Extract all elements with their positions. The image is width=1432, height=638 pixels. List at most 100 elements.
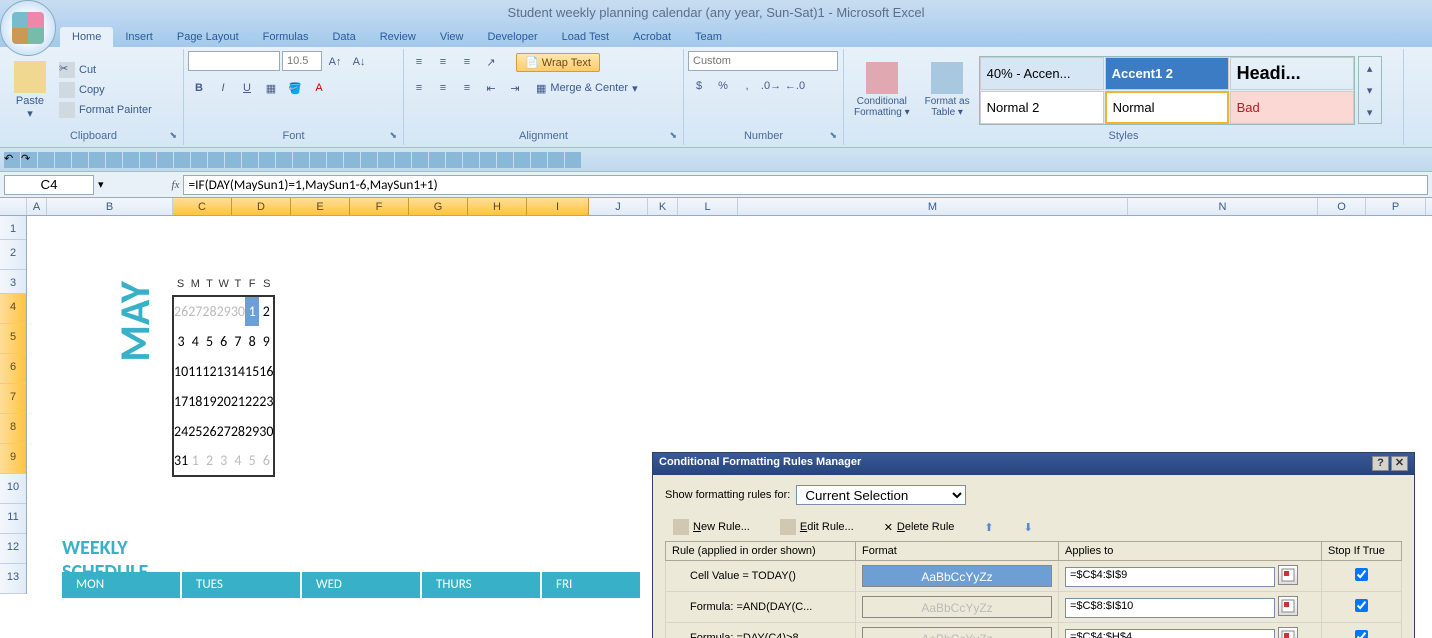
font-size-combo[interactable] bbox=[282, 51, 322, 71]
qat-icon[interactable] bbox=[140, 152, 156, 168]
tab-data[interactable]: Data bbox=[320, 27, 367, 47]
qat-icon[interactable] bbox=[293, 152, 309, 168]
tab-insert[interactable]: Insert bbox=[113, 27, 165, 47]
calendar-cell[interactable]: 11 bbox=[188, 356, 202, 386]
row-header[interactable]: 12 bbox=[0, 534, 26, 564]
calendar-cell[interactable]: 19 bbox=[202, 386, 216, 416]
column-header[interactable]: K bbox=[648, 198, 678, 215]
orientation-button[interactable]: ↗ bbox=[480, 51, 502, 73]
applies-to-input[interactable]: =$C$4:$I$9 bbox=[1065, 567, 1275, 587]
expand-icon[interactable]: ⬊ bbox=[829, 130, 837, 141]
calendar-cell[interactable]: 6 bbox=[217, 326, 231, 356]
column-header[interactable]: M bbox=[738, 198, 1128, 215]
column-header[interactable]: I bbox=[527, 198, 589, 215]
qat-icon[interactable] bbox=[242, 152, 258, 168]
row-header[interactable]: 3 bbox=[0, 270, 26, 294]
calendar-cell[interactable]: 7 bbox=[231, 326, 245, 356]
move-down-button[interactable]: ⬇ bbox=[1024, 521, 1033, 534]
tab-view[interactable]: View bbox=[428, 27, 476, 47]
style-normal[interactable]: Normal bbox=[1105, 91, 1229, 124]
style-normal2[interactable]: Normal 2 bbox=[980, 91, 1104, 124]
redo-icon[interactable]: ↷ bbox=[21, 152, 37, 168]
calendar-cell[interactable]: 24 bbox=[173, 416, 188, 446]
row-header[interactable]: 10 bbox=[0, 474, 26, 504]
dropdown-icon[interactable]: ▾ bbox=[98, 178, 104, 191]
calendar-cell[interactable]: 28 bbox=[231, 416, 245, 446]
merge-center-button[interactable]: ▦Merge & Center ▾ bbox=[528, 80, 646, 97]
row-header[interactable]: 4 bbox=[0, 294, 26, 324]
align-left-button[interactable]: ≡ bbox=[408, 77, 430, 99]
format-painter-button[interactable]: Format Painter bbox=[55, 101, 156, 119]
calendar-cell[interactable]: 5 bbox=[245, 446, 259, 476]
calendar-cell[interactable]: 1 bbox=[188, 446, 202, 476]
column-header[interactable]: P bbox=[1366, 198, 1426, 215]
calendar-cell[interactable]: 9 bbox=[259, 326, 274, 356]
calendar-cell[interactable]: 14 bbox=[231, 356, 245, 386]
qat-icon[interactable] bbox=[514, 152, 530, 168]
show-rules-select[interactable]: Current Selection bbox=[796, 485, 966, 505]
tab-acrobat[interactable]: Acrobat bbox=[621, 27, 683, 47]
calendar-cell[interactable]: 2 bbox=[202, 446, 216, 476]
qat-icon[interactable] bbox=[157, 152, 173, 168]
rule-row[interactable]: Formula: =DAY(C4)>8AaBbCcYyZz=$C$4:$H$4 bbox=[666, 623, 1402, 638]
calendar-cell[interactable]: 16 bbox=[259, 356, 274, 386]
name-box[interactable] bbox=[4, 175, 94, 195]
calendar-cell[interactable]: 5 bbox=[202, 326, 216, 356]
calendar-cell[interactable]: 23 bbox=[259, 386, 274, 416]
style-40-accent[interactable]: 40% - Accen... bbox=[980, 57, 1104, 90]
calendar-cell[interactable]: 10 bbox=[173, 356, 188, 386]
qat-icon[interactable] bbox=[344, 152, 360, 168]
stop-if-true-checkbox[interactable] bbox=[1355, 568, 1368, 581]
qat-icon[interactable] bbox=[191, 152, 207, 168]
tab-review[interactable]: Review bbox=[368, 27, 428, 47]
qat-icon[interactable] bbox=[259, 152, 275, 168]
range-selector-button[interactable] bbox=[1278, 565, 1298, 585]
range-selector-button[interactable] bbox=[1278, 627, 1298, 638]
qat-icon[interactable] bbox=[395, 152, 411, 168]
row-header[interactable]: 13 bbox=[0, 564, 26, 594]
row-header[interactable]: 7 bbox=[0, 384, 26, 414]
gallery-more-icon[interactable]: ▾ bbox=[1359, 101, 1381, 123]
font-name-combo[interactable] bbox=[188, 51, 280, 71]
row-header[interactable]: 1 bbox=[0, 216, 26, 240]
column-header[interactable]: L bbox=[678, 198, 738, 215]
shrink-font-button[interactable]: A↓ bbox=[348, 51, 370, 73]
move-up-button[interactable]: ⬆ bbox=[984, 521, 993, 534]
percent-button[interactable]: % bbox=[712, 75, 734, 97]
calendar-cell[interactable]: 21 bbox=[231, 386, 245, 416]
column-header[interactable]: B bbox=[47, 198, 173, 215]
calendar-cell[interactable]: 30 bbox=[231, 296, 245, 326]
tab-developer[interactable]: Developer bbox=[475, 27, 549, 47]
row-header[interactable]: 9 bbox=[0, 444, 26, 474]
dialog-title-bar[interactable]: Conditional Formatting Rules Manager ? ✕ bbox=[653, 453, 1414, 475]
tab-team[interactable]: Team bbox=[683, 27, 734, 47]
edit-rule-button[interactable]: Edit Rule... bbox=[780, 519, 854, 535]
decrease-decimal-button[interactable]: ←.0 bbox=[784, 75, 806, 97]
office-button[interactable] bbox=[0, 0, 56, 56]
column-header[interactable]: O bbox=[1318, 198, 1366, 215]
tab-formulas[interactable]: Formulas bbox=[251, 27, 321, 47]
column-header[interactable]: C bbox=[173, 198, 232, 215]
gallery-up-icon[interactable]: ▴ bbox=[1359, 57, 1381, 79]
stop-if-true-checkbox[interactable] bbox=[1355, 599, 1368, 612]
cut-button[interactable]: ✂Cut bbox=[55, 61, 156, 79]
row-header[interactable]: 8 bbox=[0, 414, 26, 444]
close-icon[interactable]: ✕ bbox=[1391, 456, 1408, 471]
calendar-cell[interactable]: 27 bbox=[217, 416, 231, 446]
rule-row[interactable]: Formula: =AND(DAY(C...AaBbCcYyZz=$C$8:$I… bbox=[666, 592, 1402, 623]
calendar-cell[interactable]: 26 bbox=[173, 296, 188, 326]
formula-input[interactable] bbox=[183, 175, 1428, 195]
calendar-cell[interactable]: 28 bbox=[202, 296, 216, 326]
comma-button[interactable]: , bbox=[736, 75, 758, 97]
qat-icon[interactable] bbox=[565, 152, 581, 168]
qat-icon[interactable] bbox=[327, 152, 343, 168]
new-rule-button[interactable]: New Rule... bbox=[673, 519, 750, 535]
qat-icon[interactable] bbox=[480, 152, 496, 168]
calendar-cell[interactable]: 3 bbox=[173, 326, 188, 356]
column-header[interactable]: J bbox=[589, 198, 648, 215]
align-right-button[interactable]: ≡ bbox=[456, 77, 478, 99]
calendar-cell[interactable]: 4 bbox=[231, 446, 245, 476]
delete-rule-button[interactable]: ✕Delete Rule bbox=[884, 521, 955, 534]
qat-icon[interactable] bbox=[174, 152, 190, 168]
qat-icon[interactable] bbox=[225, 152, 241, 168]
